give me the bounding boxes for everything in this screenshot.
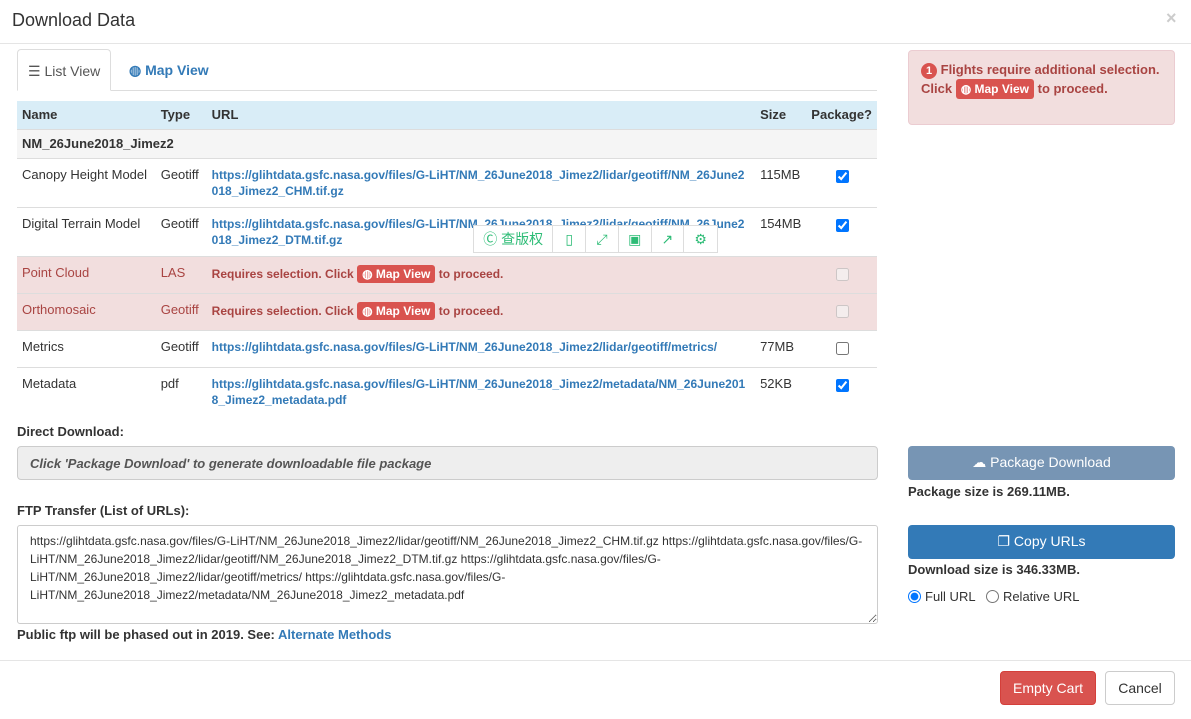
file-size (755, 292, 807, 330)
file-type: pdf (155, 366, 207, 416)
footer-divider (0, 660, 1191, 661)
file-size: 52KB (755, 366, 807, 416)
modal-title: Download Data (12, 10, 136, 30)
save-icon[interactable]: ▣ (619, 226, 652, 252)
col-type: Type (155, 101, 207, 129)
table-row: Point Cloud LAS Requires selection. Click … (17, 255, 877, 293)
table-row: Metrics Geotiff https://glihtdata.gsfc.nas… (17, 329, 877, 367)
copy-icon: ❐ (997, 533, 1014, 549)
full-url-radio[interactable]: Full URL (906, 589, 975, 604)
table-row: Metadata pdf https://glihtdata.gsfc.nasa.g… (17, 366, 877, 416)
alert-map-view-button[interactable]: ◍ Map View (955, 79, 1034, 99)
table-row: Digital Terrain Model Geotiff https://glih… (17, 206, 877, 256)
file-url-link[interactable]: https://glihtdata.gsfc.nasa.gov/files/G-… (212, 340, 717, 354)
copyright-button[interactable]: Ⓒ 查版权 (474, 226, 554, 252)
file-name: Metrics (17, 329, 156, 367)
package-checkbox[interactable] (835, 218, 849, 232)
package-size: Package size is 269.11MB. (908, 484, 1070, 499)
globe-icon: ◍ (362, 303, 376, 318)
divider (0, 43, 1191, 44)
selection-alert: 1 Flights require additional selection. … (908, 50, 1175, 125)
map-view-button[interactable]: ◍ Map View (357, 301, 436, 320)
table-row: Orthomosaic Geotiff Requires selection. Cl… (17, 292, 877, 330)
file-size: 77MB (755, 329, 807, 367)
expand-icon[interactable]: ⤢ (586, 226, 619, 252)
empty-cart-button[interactable]: Empty Cart (1000, 671, 1096, 705)
table-row: Canopy Height Model Geotiff https://glihtd… (17, 157, 877, 207)
globe-icon: ◍ (362, 266, 376, 281)
alternate-methods-link[interactable]: Alternate Methods (278, 627, 391, 642)
direct-download-label: Direct Download: (17, 424, 124, 439)
package-download-button[interactable]: ☁ Package Download (908, 446, 1175, 480)
relative-url-radio[interactable]: Relative URL (985, 589, 1080, 604)
file-url-link[interactable]: https://glihtdata.gsfc.nasa.gov/files/G-… (212, 168, 745, 198)
file-url-link[interactable]: https://glihtdata.gsfc.nasa.gov/files/G-… (212, 377, 746, 407)
col-size: Size (755, 101, 807, 129)
map-view-button[interactable]: ◍ Map View (357, 264, 436, 283)
package-checkbox[interactable] (835, 341, 849, 355)
direct-download-box: Click 'Package Download' to generate dow… (17, 446, 878, 480)
ftp-label: FTP Transfer (List of URLs): (17, 503, 190, 518)
file-type: Geotiff (155, 206, 207, 256)
floating-toolbar: Ⓒ 查版权 ▯ ⤢ ▣ ↗ ⚙ (473, 225, 718, 253)
files-table: Name Type URL Size Package? NM_26June201… (17, 101, 877, 416)
globe-icon: ◍ (960, 82, 975, 96)
globe-icon: ◍ (129, 62, 146, 78)
cloud-download-icon: ☁ (972, 454, 991, 470)
col-url: URL (206, 101, 756, 129)
list-icon: ☰ (28, 63, 45, 79)
file-name: Canopy Height Model (17, 157, 156, 207)
file-type: Geotiff (155, 292, 207, 330)
ftp-note: Public ftp will be phased out in 2019. S… (17, 627, 275, 642)
copyright-icon: Ⓒ (483, 231, 498, 247)
file-type: Geotiff (155, 157, 207, 207)
file-name: Metadata (17, 366, 156, 416)
package-checkbox[interactable] (835, 267, 849, 281)
package-checkbox[interactable] (835, 378, 849, 392)
close-button[interactable]: × (1166, 8, 1177, 29)
ftp-urls-textarea[interactable] (17, 525, 878, 624)
col-package: Package? (806, 101, 877, 129)
cancel-button[interactable]: Cancel (1105, 671, 1175, 705)
group-row: NM_26June2018_Jimez2 (17, 128, 877, 158)
tablet-icon[interactable]: ▯ (553, 226, 587, 252)
file-type: LAS (155, 255, 207, 293)
file-name: Point Cloud (17, 255, 156, 293)
tabs: ☰ List View ◍ Map View (17, 49, 877, 91)
file-size (755, 255, 807, 293)
file-size: 154MB (755, 206, 807, 256)
file-name: Digital Terrain Model (17, 206, 156, 256)
file-type: Geotiff (155, 329, 207, 367)
package-checkbox[interactable] (835, 169, 849, 183)
tab-list-view[interactable]: ☰ List View (17, 49, 112, 91)
file-name: Orthomosaic (17, 292, 156, 330)
share-icon[interactable]: ↗ (652, 226, 685, 252)
gear-icon[interactable]: ⚙ (684, 226, 717, 252)
col-name: Name (17, 101, 156, 129)
file-size: 115MB (755, 157, 807, 207)
download-size: Download size is 346.33MB. (908, 562, 1080, 577)
copy-urls-button[interactable]: ❐ Copy URLs (908, 525, 1175, 559)
count-badge: 1 (921, 63, 937, 79)
tab-map-view[interactable]: ◍ Map View (119, 49, 219, 91)
package-checkbox[interactable] (835, 304, 849, 318)
